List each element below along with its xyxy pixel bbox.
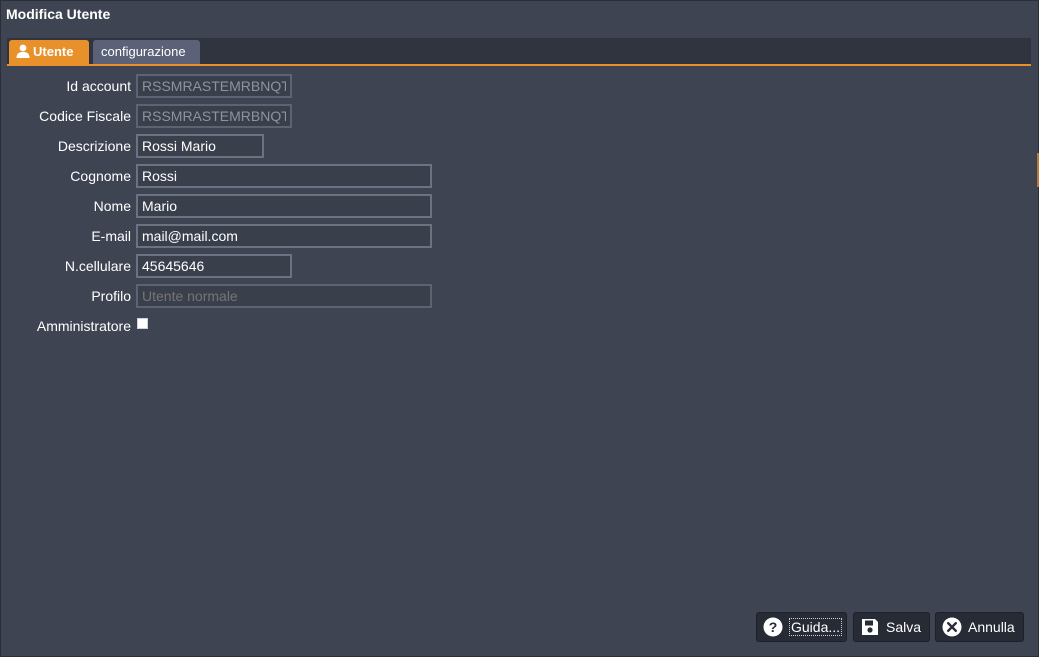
id-account-field[interactable] [136,74,292,98]
tab-bar: Utente configurazione [7,38,1031,66]
row-nome: Nome [1,194,441,218]
profilo-field[interactable] [136,284,432,308]
codice-fiscale-label: Codice Fiscale [39,108,131,124]
cognome-label: Cognome [70,168,131,184]
amministratore-label: Amministratore [36,318,131,334]
row-cognome: Cognome [1,164,441,188]
row-cellulare: N.cellulare [1,254,301,278]
tab-utente[interactable]: Utente [9,40,89,64]
help-icon: ? [763,617,783,637]
id-account-label: Id account [66,78,131,94]
cognome-field[interactable] [136,164,432,188]
tab-utente-label: Utente [33,44,74,59]
profilo-label: Profilo [91,288,131,304]
edit-user-window: Modifica Utente Utente configurazione Id… [0,0,1039,657]
descrizione-field[interactable] [136,134,264,158]
close-circle-icon [942,617,962,637]
codice-fiscale-field[interactable] [136,104,292,128]
cancel-button[interactable]: Annulla [935,612,1024,642]
email-label: E-mail [91,228,131,244]
cellulare-field[interactable] [136,254,292,278]
email-field[interactable] [136,224,432,248]
nome-field[interactable] [136,194,432,218]
row-amministratore: Amministratore [1,314,161,338]
help-button-label: Guida... [789,618,843,636]
save-button-label: Salva [886,619,922,635]
tab-configurazione-label: configurazione [101,44,186,59]
row-descrizione: Descrizione [1,134,301,158]
nome-label: Nome [93,198,131,214]
tab-configurazione[interactable]: configurazione [93,40,200,64]
user-icon [16,44,30,58]
help-button[interactable]: ? Guida... [756,612,847,642]
window-title: Modifica Utente [6,6,111,22]
cellulare-label: N.cellulare [64,258,131,274]
cancel-button-label: Annulla [968,619,1015,635]
save-button[interactable]: Salva [853,612,930,642]
floppy-disk-icon [862,619,878,635]
row-profilo: Profilo [1,284,441,308]
descrizione-label: Descrizione [57,138,131,154]
amministratore-checkbox[interactable] [137,318,148,329]
row-codice-fiscale: Codice Fiscale [1,104,301,128]
svg-text:?: ? [769,619,778,635]
row-email: E-mail [1,224,441,248]
row-id-account: Id account [1,74,301,98]
